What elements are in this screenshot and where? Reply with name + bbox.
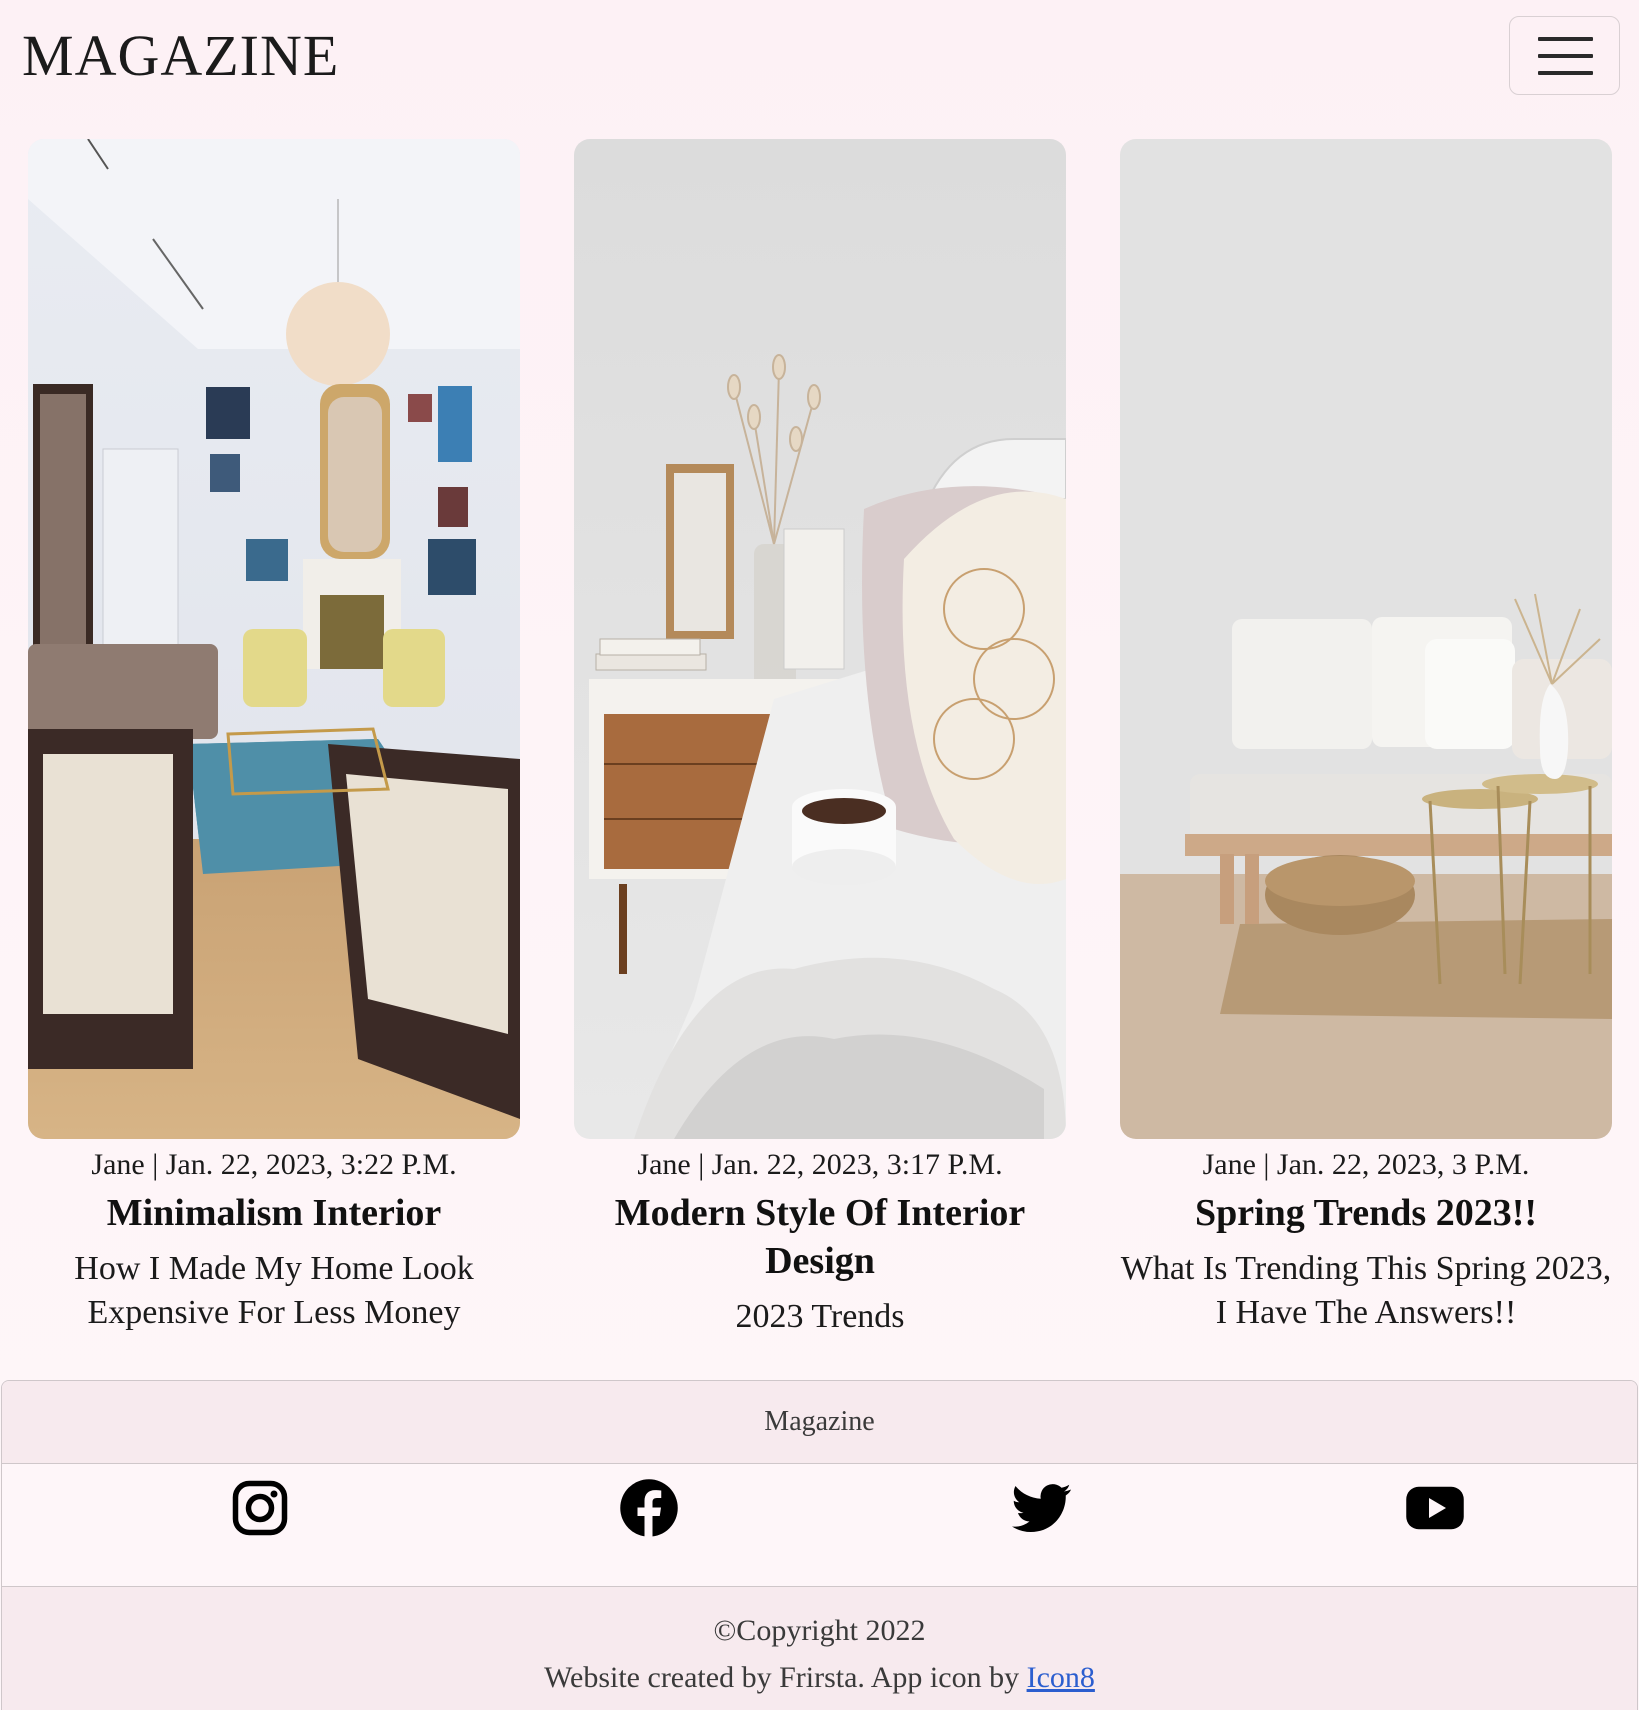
post-title[interactable]: Modern Style Of Interior Design	[574, 1189, 1066, 1285]
icon8-link[interactable]: Icon8	[1027, 1661, 1095, 1694]
sofa-living-room-photo[interactable]	[1120, 139, 1612, 1139]
site-footer: Magazine ©Copyright 2022 Website created…	[1, 1380, 1638, 1710]
social-links	[2, 1464, 1637, 1587]
site-header: MAGAZINE	[0, 0, 1639, 110]
hamburger-menu-icon-bar	[1538, 54, 1593, 58]
post-card[interactable]: Jane | Jan. 22, 2023, 3:22 P.M. Minimali…	[28, 139, 520, 1335]
instagram-icon[interactable]	[230, 1478, 290, 1538]
twitter-icon[interactable]	[1012, 1478, 1072, 1538]
post-meta: Jane | Jan. 22, 2023, 3:22 P.M.	[91, 1148, 457, 1181]
copyright-text: ©Copyright 2022	[713, 1614, 926, 1647]
post-title[interactable]: Minimalism Interior	[28, 1189, 520, 1237]
footer-title: Magazine	[2, 1381, 1637, 1464]
post-subtitle: 2023 Trends	[735, 1298, 905, 1335]
youtube-icon[interactable]	[1405, 1478, 1465, 1538]
post-title[interactable]: Spring Trends 2023!!	[1120, 1189, 1612, 1237]
credit-line: Website created by Frirsta. App icon by …	[2, 1654, 1637, 1701]
post-card[interactable]: Jane | Jan. 22, 2023, 3 P.M. Spring Tren…	[1120, 139, 1612, 1335]
post-meta: Jane | Jan. 22, 2023, 3:17 P.M.	[637, 1148, 1003, 1181]
credit-text: Website created by Frirsta. App icon by	[544, 1661, 1027, 1694]
bedroom-nightstand-photo[interactable]	[574, 139, 1066, 1139]
facebook-icon[interactable]	[619, 1478, 679, 1538]
living-room-photo[interactable]	[28, 139, 520, 1139]
post-meta: Jane | Jan. 22, 2023, 3 P.M.	[1202, 1148, 1530, 1181]
site-brand[interactable]: MAGAZINE	[22, 20, 339, 92]
post-subtitle: What Is Trending This Spring 2023, I Hav…	[1120, 1250, 1612, 1331]
hamburger-menu-icon	[1538, 37, 1593, 41]
post-card[interactable]: Jane | Jan. 22, 2023, 3:17 P.M. Modern S…	[574, 139, 1066, 1339]
post-subtitle: How I Made My Home Look Expensive For Le…	[74, 1250, 474, 1331]
footer-credits: ©Copyright 2022 Website created by Frirs…	[2, 1587, 1637, 1710]
hamburger-menu-icon-bar	[1538, 71, 1593, 75]
hamburger-menu-button[interactable]	[1509, 16, 1620, 95]
